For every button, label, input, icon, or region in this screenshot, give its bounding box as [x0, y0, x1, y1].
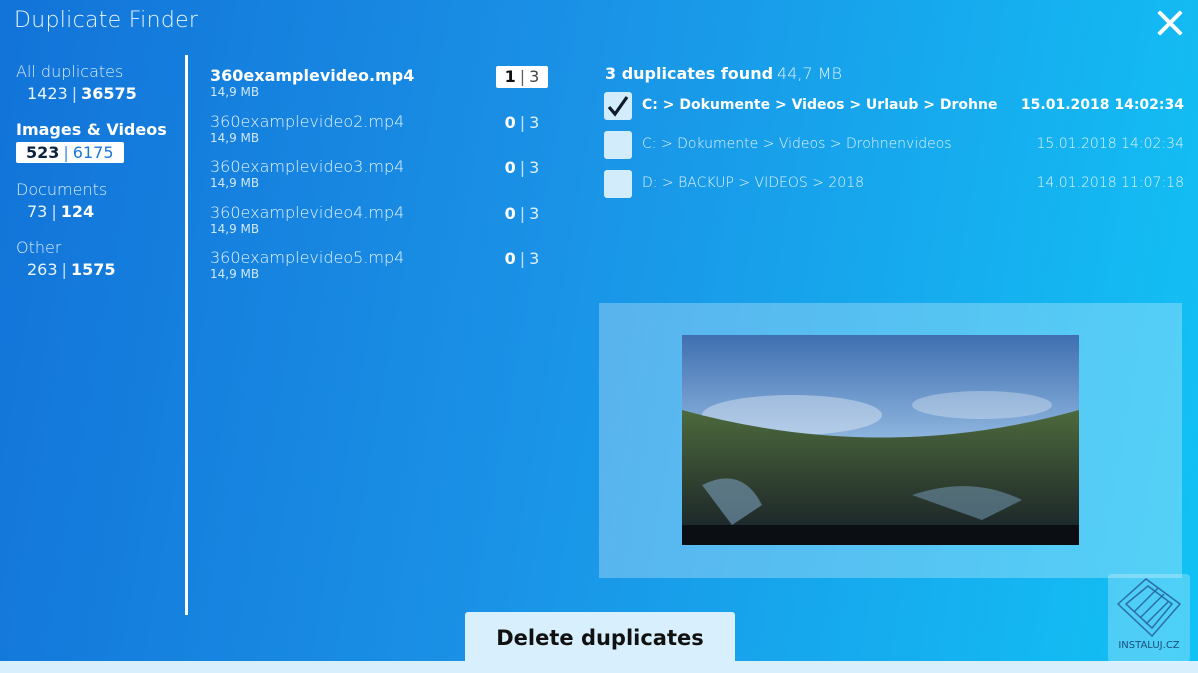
file-duplicate-count: 0 | 3 — [504, 249, 540, 268]
duplicate-checkbox[interactable] — [604, 92, 632, 120]
count-a: 263 — [27, 260, 58, 279]
category-counts: 1423 | 36575 — [27, 84, 137, 103]
file-item[interactable]: 360examplevideo.mp4 14,9 MB 1 | 3 — [210, 66, 550, 112]
category-documents[interactable]: Documents 73 | 124 — [16, 180, 176, 221]
file-duplicate-count: 0 | 3 — [504, 203, 540, 223]
checkmark-icon — [607, 96, 629, 117]
category-label: Images & Videos — [16, 120, 167, 139]
file-item[interactable]: 360examplevideo2.mp4 14,9 MB 0 | 3 — [210, 112, 550, 158]
category-counts: 263 | 1575 — [27, 260, 116, 279]
category-label: Other — [16, 238, 62, 257]
duplicate-checkbox[interactable] — [604, 170, 632, 198]
duplicates-header: 3 duplicates found 44,7 MB — [605, 64, 842, 83]
duplicate-checkbox[interactable] — [604, 131, 632, 159]
category-counts: 73 | 124 — [27, 202, 95, 221]
file-item[interactable]: 360examplevideo5.mp4 14,9 MB 0 | 3 — [210, 248, 550, 294]
duplicate-date: 15.01.2018 14:02:34 — [1036, 136, 1185, 152]
category-list: All duplicates 1423 | 36575 Images & Video… — [16, 62, 176, 296]
duplicate-row[interactable]: C: > Dokumente > Videos > Drohnenvideos … — [604, 131, 1184, 170]
file-item[interactable]: 360examplevideo4.mp4 14,9 MB 0 | 3 — [210, 203, 550, 249]
duplicate-row[interactable]: C: > Dokumente > Videos > Urlaub > Drohn… — [604, 92, 1184, 131]
duplicate-date: 14.01.2018 11:07:18 — [1036, 175, 1185, 191]
category-label: All duplicates — [16, 62, 124, 81]
duplicates-count: 3 duplicates found — [605, 64, 774, 83]
category-other[interactable]: Other 263 | 1575 — [16, 238, 176, 279]
duplicate-list: C: > Dokumente > Videos > Urlaub > Drohn… — [604, 92, 1184, 209]
column-divider — [185, 55, 188, 615]
delete-duplicates-button[interactable]: Delete duplicates — [465, 612, 735, 664]
file-duplicate-count: 0 | 3 — [504, 112, 540, 132]
count-b: 124 — [60, 202, 95, 221]
count-b: 6175 — [72, 143, 114, 162]
watermark-text: INSTALUJ.CZ — [1118, 640, 1180, 651]
video-preview-image — [682, 335, 1079, 545]
duplicates-size: 44,7 MB — [777, 64, 843, 83]
category-images-videos[interactable]: Images & Videos 523 | 6175 — [16, 120, 176, 163]
duplicate-path: C: > Dokumente > Videos > Drohnenvideos — [642, 136, 952, 152]
category-label: Documents — [16, 180, 108, 199]
watermark-logo: INSTALUJ.CZ — [1108, 574, 1190, 662]
file-duplicate-count: 0 | 3 — [504, 158, 540, 177]
duplicate-date: 15.01.2018 14:02:34 — [1020, 97, 1184, 113]
page-title: Duplicate Finder — [14, 8, 199, 33]
close-icon[interactable] — [1156, 9, 1184, 37]
duplicate-path: C: > Dokumente > Videos > Urlaub > Drohn… — [642, 97, 998, 113]
category-all-duplicates[interactable]: All duplicates 1423 | 36575 — [16, 62, 176, 103]
preview-panel — [599, 303, 1182, 578]
file-duplicate-count: 1 | 3 — [496, 66, 548, 88]
count-b: 36575 — [81, 84, 137, 103]
file-list: 360examplevideo.mp4 14,9 MB 1 | 3 360examp… — [210, 66, 550, 294]
file-item[interactable]: 360examplevideo3.mp4 14,9 MB 0 | 3 — [210, 157, 550, 203]
count-a: 73 — [27, 202, 48, 221]
count-a: 1423 — [27, 84, 68, 103]
duplicate-row[interactable]: D: > BACKUP > VIDEOS > 2018 14.01.2018 1… — [604, 170, 1184, 209]
duplicate-path: D: > BACKUP > VIDEOS > 2018 — [642, 175, 865, 191]
category-counts: 523 | 6175 — [16, 142, 124, 163]
count-b: 1575 — [70, 260, 116, 279]
count-a: 523 — [26, 143, 60, 162]
